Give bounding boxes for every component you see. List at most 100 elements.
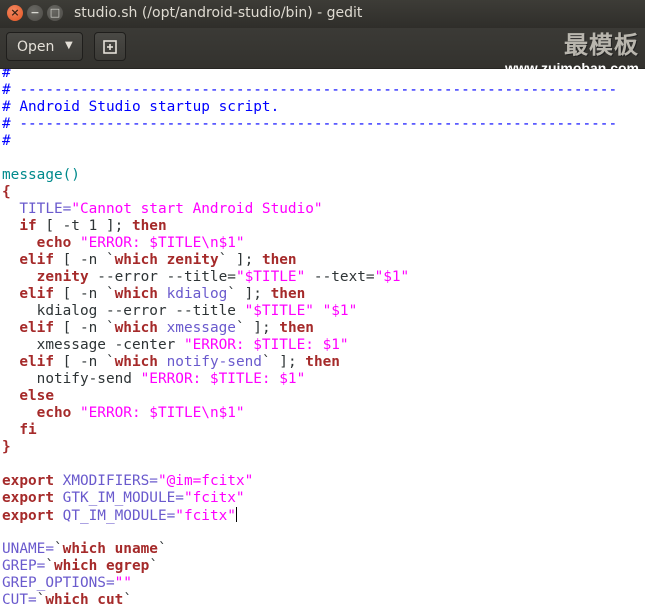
code-token-str: "$1" xyxy=(374,269,410,285)
code-token-kw: which uname xyxy=(62,541,158,557)
code-line[interactable]: echo "ERROR: $TITLE\n$1" xyxy=(2,405,617,422)
code-token-comment: # Android Studio startup script. xyxy=(2,99,280,115)
code-token-kw: export xyxy=(2,473,54,489)
close-window-button[interactable]: × xyxy=(7,5,23,21)
code-line[interactable]: } xyxy=(2,439,617,456)
code-token-func: message() xyxy=(2,167,80,183)
text-editor[interactable]: # # -------------------------------------… xyxy=(0,69,645,608)
code-token-kw: zenity xyxy=(36,269,89,285)
code-line[interactable]: # xyxy=(2,69,617,82)
code-line[interactable]: GREP_OPTIONS="" xyxy=(2,575,617,592)
code-line[interactable]: TITLE="Cannot start Android Studio" xyxy=(2,201,617,218)
code-line[interactable]: notify-send "ERROR: $TITLE: $1" xyxy=(2,371,617,388)
new-document-button[interactable] xyxy=(94,32,126,61)
code-token-kw: then xyxy=(270,286,306,302)
code-line[interactable]: elif [ -n `which notify-send` ]; then xyxy=(2,354,617,371)
code-token-kw: elif xyxy=(19,252,54,268)
code-token-plain: ` xyxy=(123,592,132,608)
code-line[interactable] xyxy=(2,524,617,541)
code-token-plain: kdialog --error --title xyxy=(2,303,245,319)
code-line[interactable]: message() xyxy=(2,167,617,184)
code-line[interactable]: export GTK_IM_MODULE="fcitx" xyxy=(2,490,617,507)
code-line[interactable] xyxy=(2,456,617,473)
code-token-var: xmessage xyxy=(166,320,236,336)
code-line[interactable]: # --------------------------------------… xyxy=(2,82,617,99)
code-line[interactable]: kdialog --error --title "$TITLE" "$1" xyxy=(2,303,617,320)
code-token-plain: ` xyxy=(157,541,167,557)
code-token-kw: elif xyxy=(19,320,54,336)
code-line[interactable]: CUT=`which cut` xyxy=(2,592,617,608)
code-line[interactable]: elif [ -n `which zenity` ]; then xyxy=(2,252,617,269)
code-token-str: "fcitx" xyxy=(175,508,236,524)
code-view[interactable]: # # -------------------------------------… xyxy=(2,69,617,608)
code-line[interactable]: export QT_IM_MODULE="fcitx" xyxy=(2,507,617,524)
code-line[interactable]: elif [ -n `which xmessage` ]; then xyxy=(2,320,617,337)
new-document-icon xyxy=(103,40,117,54)
code-line[interactable]: # Android Studio startup script. xyxy=(2,99,617,116)
code-token-plain: --error --title= xyxy=(88,269,236,285)
code-token-kw: then xyxy=(305,354,340,370)
code-token-kw: which xyxy=(114,354,158,370)
code-line[interactable]: GREP=`which egrep` xyxy=(2,558,617,575)
code-token-plain: ` ]; xyxy=(218,252,262,268)
maximize-window-button[interactable]: □ xyxy=(47,5,63,21)
code-token-kw: if xyxy=(19,218,37,234)
code-line[interactable]: export XMODIFIERS="@im=fcitx" xyxy=(2,473,617,490)
code-token-kw: echo xyxy=(36,405,72,421)
code-token-str: "$TITLE" xyxy=(244,303,314,319)
minimize-window-button[interactable]: − xyxy=(27,5,43,21)
text-cursor xyxy=(235,507,237,522)
code-line[interactable]: echo "ERROR: $TITLE\n$1" xyxy=(2,235,617,252)
code-token-str: "" xyxy=(114,575,132,591)
header-toolbar: Open ▼ 最模板 www.zuimoban.com xyxy=(0,28,645,76)
code-line[interactable]: UNAME=`which uname` xyxy=(2,541,617,558)
code-token-kw: { xyxy=(2,184,11,200)
code-line[interactable]: # --------------------------------------… xyxy=(2,116,617,133)
code-token-plain: ` ]; xyxy=(227,286,271,302)
code-token-var: notify-send xyxy=(166,354,262,370)
code-token-kw: elif xyxy=(19,354,54,370)
code-token-kw: then xyxy=(261,252,297,268)
code-token-str: "@im=fcitx" xyxy=(157,473,254,489)
code-token-kw: else xyxy=(19,388,54,404)
code-line[interactable]: xmessage -center "ERROR: $TITLE: $1" xyxy=(2,337,617,354)
code-token-kw: then xyxy=(131,218,167,234)
code-token-var: kdialog xyxy=(166,286,228,302)
code-line[interactable]: zenity --error --title="$TITLE" --text="… xyxy=(2,269,617,286)
code-line[interactable]: # xyxy=(2,133,617,150)
code-token-var: GREP= xyxy=(2,558,46,574)
code-line[interactable]: fi xyxy=(2,422,617,439)
code-token-plain: [ -t 1 ]; xyxy=(36,218,132,234)
code-token-var: XMODIFIERS= xyxy=(62,473,158,489)
code-token-plain: ` ]; xyxy=(261,354,306,370)
open-button[interactable]: Open ▼ xyxy=(6,32,83,61)
code-token-kw: then xyxy=(279,320,314,336)
code-line[interactable]: if [ -t 1 ]; then xyxy=(2,218,617,235)
code-token-plain: ` ]; xyxy=(235,320,280,336)
code-line[interactable] xyxy=(2,150,617,167)
code-token-kw: echo xyxy=(36,235,72,251)
code-token-var: TITLE= xyxy=(19,201,72,217)
code-token-str: "ERROR: $TITLE\n$1" xyxy=(79,405,245,421)
code-token-plain: [ -n ` xyxy=(53,354,115,370)
code-token-var: GTK_IM_MODULE= xyxy=(62,490,184,506)
code-token-var: CUT= xyxy=(2,592,37,608)
code-token-plain: xmessage -center xyxy=(2,337,184,353)
code-line[interactable]: { xyxy=(2,184,617,201)
code-line[interactable]: else xyxy=(2,388,617,405)
code-line[interactable]: elif [ -n `which kdialog` ]; then xyxy=(2,286,617,303)
code-token-str: "Cannot start Android Studio" xyxy=(71,201,323,217)
